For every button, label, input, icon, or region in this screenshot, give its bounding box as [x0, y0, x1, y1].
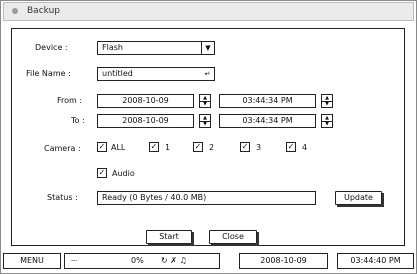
from-label: From : [57, 96, 83, 105]
start-button[interactable]: Start [146, 230, 194, 246]
spin-down-icon[interactable]: ▼ [322, 121, 332, 127]
camera-3-checkbox[interactable]: ✓ [240, 142, 250, 152]
to-time-field[interactable]: 03:44:34 PM [219, 114, 316, 128]
filename-value: untitled [102, 69, 133, 78]
hdd-icon: --- [71, 257, 78, 264]
device-label: Device : [35, 43, 68, 52]
camera-3-label: 3 [256, 143, 262, 152]
backup-panel [11, 28, 405, 246]
to-date-field[interactable]: 2008-10-09 [97, 114, 194, 128]
camera-2-label: 2 [209, 143, 215, 152]
device-select-value: Flash [102, 43, 123, 52]
filename-label: File Name : [26, 69, 71, 78]
from-time-field[interactable]: 03:44:34 PM [219, 94, 316, 108]
from-date-field[interactable]: 2008-10-09 [97, 94, 194, 108]
audio-checkbox[interactable]: ✓ [97, 168, 107, 178]
device-select[interactable]: Flash ▼ [97, 41, 215, 55]
status-bar: MENU --- 0% ↻ ✗ ♫ 2008-10-09 03:44:40 PM [3, 253, 414, 271]
spin-down-icon[interactable]: ▼ [200, 101, 210, 107]
title-bar: Backup [3, 2, 414, 21]
time-display: 03:44:40 PM [337, 253, 414, 269]
status-label: Status : [47, 193, 78, 202]
audio-label: Audio [112, 169, 135, 178]
close-button[interactable]: Close [209, 230, 259, 246]
chevron-down-icon[interactable]: ▼ [201, 42, 214, 54]
filename-input[interactable]: untitled ↵ [97, 67, 215, 81]
hdd-percent: 0% [131, 256, 144, 265]
spin-down-icon[interactable]: ▼ [200, 121, 210, 127]
hdd-status: --- 0% ↻ ✗ ♫ [64, 253, 220, 269]
camera-all-checkbox[interactable]: ✓ [97, 142, 107, 152]
camera-all-label: ALL [111, 143, 126, 152]
enter-icon[interactable]: ↵ [201, 68, 214, 80]
to-time-spinner[interactable]: ▲ ▼ [321, 114, 333, 128]
window-title: Backup [27, 6, 60, 16]
camera-2-checkbox[interactable]: ✓ [193, 142, 203, 152]
date-display: 2008-10-09 [239, 253, 328, 269]
spin-down-icon[interactable]: ▼ [322, 101, 332, 107]
camera-4-label: 4 [302, 143, 308, 152]
camera-4-checkbox[interactable]: ✓ [286, 142, 296, 152]
to-date-spinner[interactable]: ▲ ▼ [199, 114, 211, 128]
window-status-icon [12, 8, 18, 14]
camera-1-label: 1 [165, 143, 171, 152]
camera-1-checkbox[interactable]: ✓ [149, 142, 159, 152]
from-time-spinner[interactable]: ▲ ▼ [321, 94, 333, 108]
from-date-spinner[interactable]: ▲ ▼ [199, 94, 211, 108]
status-field: Ready (0 Bytes / 40.0 MB) [97, 191, 316, 205]
menu-button[interactable]: MENU [3, 253, 61, 269]
update-button[interactable]: Update [335, 191, 384, 207]
status-icons: ↻ ✗ ♫ [161, 256, 187, 265]
camera-label: Camera : [44, 144, 81, 153]
to-label: To : [71, 116, 85, 125]
